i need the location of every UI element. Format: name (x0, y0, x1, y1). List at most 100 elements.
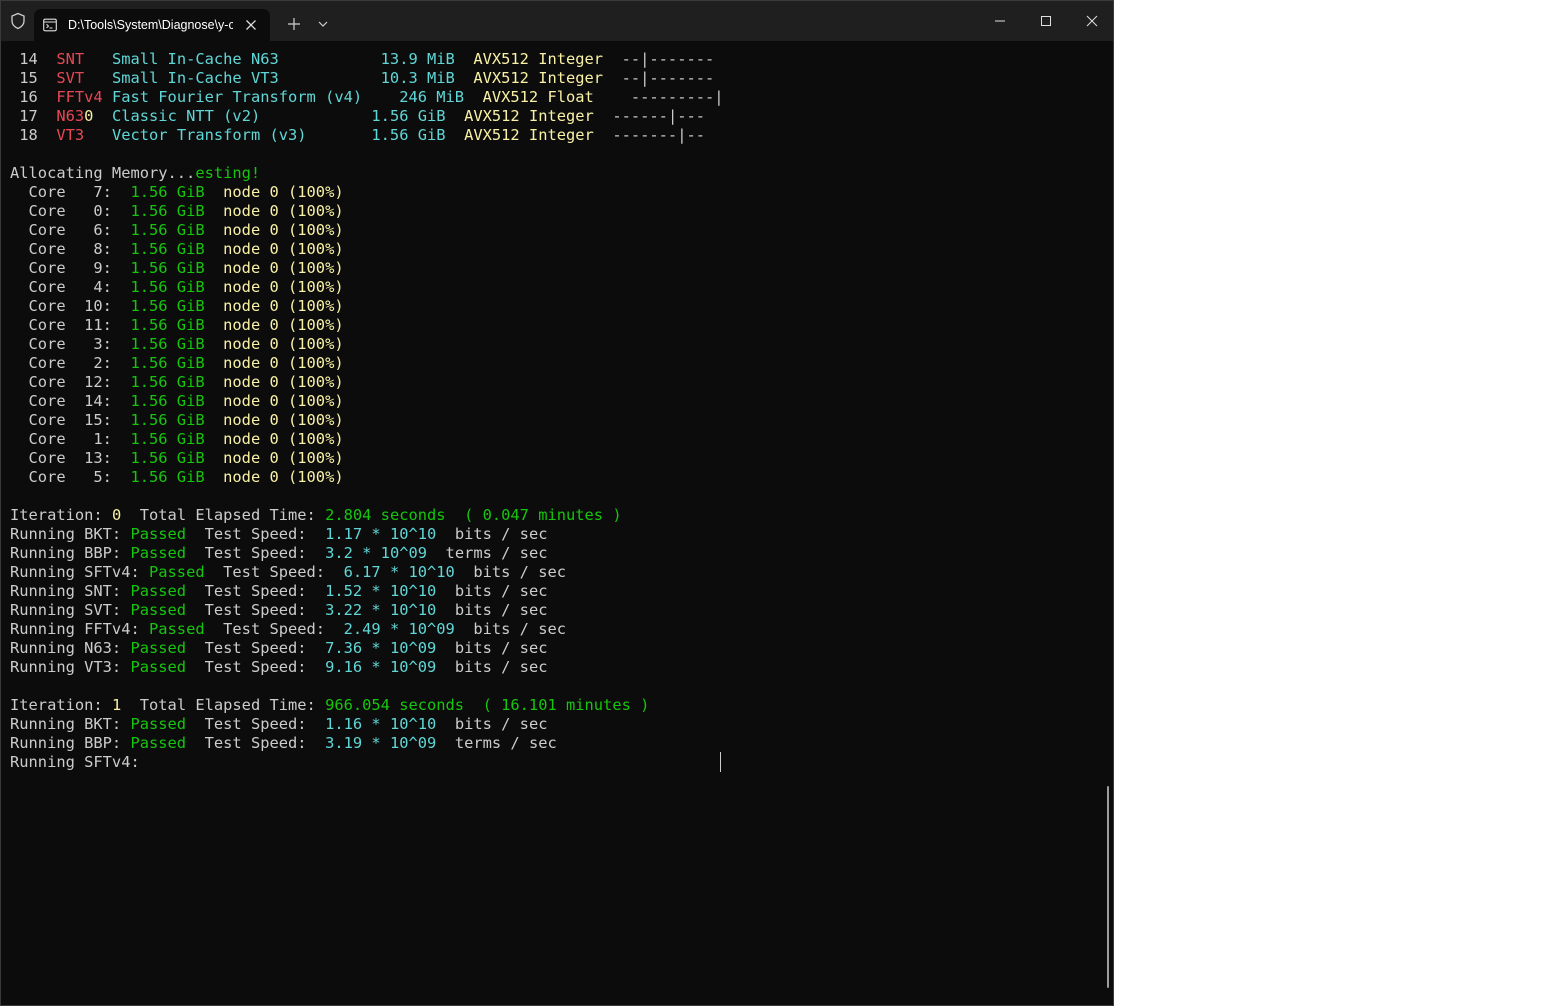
terminal-text: node 0 (100%) (223, 335, 344, 353)
terminal-text: 1.52 * 10^10 (325, 582, 437, 600)
terminal-text: Iteration: (10, 696, 112, 714)
terminal-text: node 0 (100%) (223, 259, 344, 277)
terminal-text: 15 (10, 69, 57, 87)
terminal-text: AVX512 Integer (464, 107, 613, 125)
terminal-text: node 0 (100%) (223, 468, 344, 486)
terminal-text: SVT (56, 69, 112, 87)
terminal-text: Core 14: (10, 392, 131, 410)
terminal-text: node 0 (100%) (223, 278, 344, 296)
terminal-text: Running BKT: (10, 525, 131, 543)
terminal-text: 1.56 GiB (130, 259, 224, 277)
terminal-text: 0 (111, 506, 122, 524)
terminal-text: Test Speed: (186, 582, 326, 600)
close-icon[interactable] (243, 17, 259, 33)
terminal-text: Test Speed: (186, 715, 326, 733)
terminal-text: ---------| (630, 88, 724, 106)
terminal-text: Core 0: (10, 202, 131, 220)
terminal-text: Core 13: (10, 449, 131, 467)
terminal-line: Iteration: 0 Total Elapsed Time: 2.804 s… (10, 506, 724, 525)
shield-icon[interactable] (9, 12, 27, 30)
terminal-text: Running BBP: (10, 544, 131, 562)
vertical-scrollbar[interactable] (1107, 786, 1109, 988)
terminal-text: Core 6: (10, 221, 131, 239)
terminal-line: 14 SNT Small In-Cache N63 13.9 MiB AVX51… (10, 50, 724, 69)
terminal-line: Core 14: 1.56 GiB node 0 (100%) (10, 392, 724, 411)
terminal-line: Core 2: 1.56 GiB node 0 (100%) (10, 354, 724, 373)
terminal-text: node 0 (100%) (223, 354, 344, 372)
terminal-text: bits / sec (436, 715, 548, 733)
terminal-line: Running SFTv4: Passed Test Speed: 6.17 *… (10, 563, 724, 582)
terminal-line: 15 SVT Small In-Cache VT3 10.3 MiB AVX51… (10, 69, 724, 88)
terminal-line: Core 11: 1.56 GiB node 0 (100%) (10, 316, 724, 335)
terminal-text: 1.56 GiB (130, 240, 224, 258)
terminal-text: 1.56 GiB (130, 335, 224, 353)
tab-terminal[interactable]: D:\Tools\System\Diagnose\y-cruncher (34, 9, 270, 41)
terminal-text: node 0 (100%) (223, 183, 344, 201)
terminal-text: Core 15: (10, 411, 131, 429)
terminal-text: Passed (130, 544, 187, 562)
terminal-text: 6.17 * 10^10 (343, 563, 455, 581)
terminal-text: AVX512 Float (482, 88, 631, 106)
terminal-text: 1.56 GiB (130, 411, 224, 429)
terminal-text: Passed (130, 601, 187, 619)
terminal-text: node 0 (100%) (223, 221, 344, 239)
terminal-text: Fast Fourier Transform (v4) 246 MiB (111, 88, 483, 106)
terminal-text: FFTv4 (56, 88, 112, 106)
terminal-text: 1.17 * 10^10 (325, 525, 437, 543)
terminal-text: 1.56 GiB (130, 373, 224, 391)
terminal-text: Allocating Memory... (10, 164, 196, 182)
terminal-text: 3.19 * 10^09 (325, 734, 437, 752)
terminal-text: Test Speed: (204, 620, 344, 638)
terminal-text: terms / sec (427, 544, 548, 562)
terminal-text: Passed (149, 563, 205, 581)
terminal-text: 1.56 GiB (130, 468, 224, 486)
terminal-text: Test Speed: (186, 734, 326, 752)
terminal-line: 16 FFTv4 Fast Fourier Transform (v4) 246… (10, 88, 724, 107)
terminal-text: AVX512 Integer (464, 126, 613, 144)
terminal-line: Core 1: 1.56 GiB node 0 (100%) (10, 430, 724, 449)
terminal-line: Core 12: 1.56 GiB node 0 (100%) (10, 373, 724, 392)
terminal-text: 17 (10, 107, 57, 125)
terminal-text: -------|-- (612, 126, 705, 144)
terminal-text: terms / sec (436, 734, 557, 752)
terminal-text: bits / sec (436, 658, 548, 676)
terminal-text: Test Speed: (186, 544, 326, 562)
terminal-output[interactable]: 14 SNT Small In-Cache N63 13.9 MiB AVX51… (10, 50, 724, 772)
terminal-text: node 0 (100%) (223, 392, 344, 410)
terminal-text: Test Speed: (204, 563, 344, 581)
terminal-text: ------|--- (612, 107, 706, 125)
terminal-text: --|------- (621, 50, 715, 68)
terminal-text: node 0 (100%) (223, 316, 344, 334)
terminal-line: Core 9: 1.56 GiB node 0 (100%) (10, 259, 724, 278)
terminal-text: 0 (84, 107, 112, 125)
terminal-line: Running SFTv4: (10, 753, 724, 772)
terminal-text: Iteration: (10, 506, 112, 524)
terminal-text: 1.16 * 10^10 (325, 715, 437, 733)
terminal-text: 966.054 seconds ( 16.101 minutes ) (325, 696, 650, 714)
terminal-text: 2.804 seconds ( 0.047 minutes ) (325, 506, 622, 524)
terminal-text: bits / sec (454, 620, 567, 638)
terminal-text: 16 (10, 88, 57, 106)
terminal-text: N63 (56, 107, 85, 125)
plus-icon[interactable] (286, 16, 302, 32)
terminal-text: Passed (130, 582, 187, 600)
terminal-line: Core 3: 1.56 GiB node 0 (100%) (10, 335, 724, 354)
terminal-text: Core 8: (10, 240, 131, 258)
minimize-button[interactable] (977, 1, 1023, 41)
terminal-text: Core 1: (10, 430, 131, 448)
terminal-text: Running FFTv4: (10, 620, 149, 638)
terminal-text: Test Speed: (186, 639, 326, 657)
title-bar[interactable]: D:\Tools\System\Diagnose\y-cruncher (1, 1, 1113, 41)
terminal-text: Small In-Cache VT3 10.3 MiB (111, 69, 474, 87)
terminal-line: Running BKT: Passed Test Speed: 1.17 * 1… (10, 525, 724, 544)
minimize-icon (995, 20, 1005, 22)
terminal-line: Core 8: 1.56 GiB node 0 (100%) (10, 240, 724, 259)
terminal-text: 2.49 * 10^09 (343, 620, 455, 638)
terminal-text: AVX512 Integer (473, 69, 622, 87)
close-window-button[interactable] (1069, 1, 1113, 41)
terminal-line: Running SVT: Passed Test Speed: 3.22 * 1… (10, 601, 724, 620)
chevron-down-icon[interactable] (317, 19, 329, 29)
maximize-button[interactable] (1023, 1, 1069, 41)
